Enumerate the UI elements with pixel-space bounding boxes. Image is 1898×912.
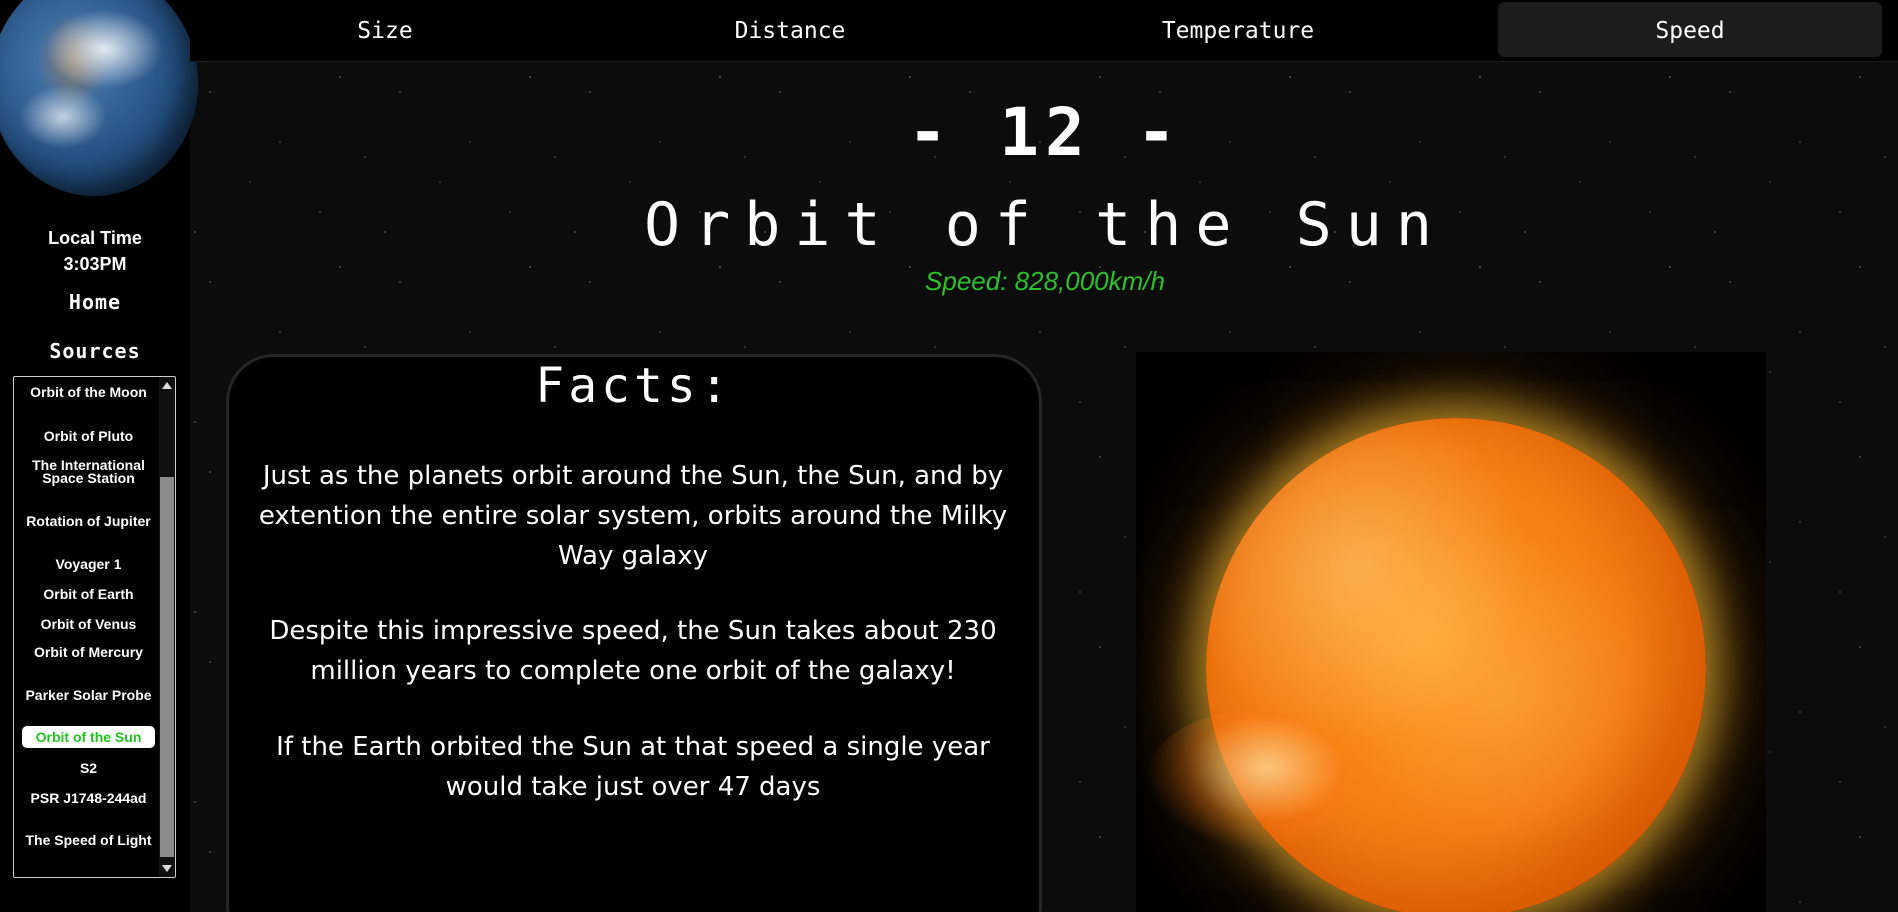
earth-image — [0, 0, 198, 196]
list-scrollbar[interactable] — [159, 377, 175, 877]
sources-link[interactable]: Sources — [0, 339, 190, 363]
tab-distance[interactable]: Distance — [600, 2, 980, 57]
page-title: Orbit of the Sun — [644, 190, 1446, 260]
solar-flare — [1146, 712, 1346, 852]
list-item-parker-solar-probe[interactable]: Parker Solar Probe — [20, 688, 157, 701]
fact-2: Despite this impressive speed, the Sun t… — [269, 616, 997, 686]
list-item-voyager-1[interactable]: Voyager 1 — [20, 555, 157, 573]
scroll-up-icon[interactable] — [162, 382, 172, 389]
scrollbar-thumb[interactable] — [160, 477, 174, 857]
list-item-orbit-of-venus[interactable]: Orbit of Venus — [20, 615, 157, 633]
list-item-s2[interactable]: S2 — [20, 759, 157, 777]
scroll-down-icon[interactable] — [162, 865, 172, 872]
local-time-label: Local Time — [48, 228, 142, 248]
topic-list[interactable]: Orbit of the Moon Orbit of Pluto The Int… — [13, 376, 176, 878]
list-item-orbit-of-the-moon[interactable]: Orbit of the Moon — [20, 385, 157, 398]
list-item-rotation-of-jupiter[interactable]: Rotation of Jupiter — [20, 514, 157, 527]
speed-value: Speed: 828,000km/h — [925, 266, 1165, 296]
sidebar: Local Time 3:03PM Home Sources Orbit of … — [0, 0, 198, 912]
entry-number: - 12 - — [907, 94, 1183, 171]
list-item-psr-j1748[interactable]: PSR J1748-244ad — [20, 791, 157, 804]
list-item-orbit-of-pluto[interactable]: Orbit of Pluto — [20, 427, 157, 445]
local-time-value: 3:03PM — [63, 254, 127, 274]
list-item-iss[interactable]: The International Space Station — [20, 458, 157, 485]
list-item-orbit-of-the-sun[interactable]: Orbit of the Sun — [22, 726, 155, 748]
list-item-orbit-of-mercury[interactable]: Orbit of Mercury — [20, 645, 157, 658]
home-link[interactable]: Home — [0, 290, 190, 314]
tab-size[interactable]: Size — [195, 2, 575, 57]
top-navigation: Size Distance Temperature Speed — [190, 0, 1898, 62]
list-item-speed-of-light[interactable]: The Speed of Light — [20, 833, 157, 846]
tab-speed[interactable]: Speed — [1498, 2, 1882, 57]
fact-3: If the Earth orbited the Sun at that spe… — [276, 732, 990, 802]
fact-1: Just as the planets orbit around the Sun… — [258, 461, 1008, 571]
tab-temperature[interactable]: Temperature — [1038, 2, 1438, 57]
facts-heading: Facts: — [535, 358, 733, 414]
list-item-orbit-of-earth[interactable]: Orbit of Earth — [20, 585, 157, 603]
sun-image — [1136, 352, 1766, 912]
